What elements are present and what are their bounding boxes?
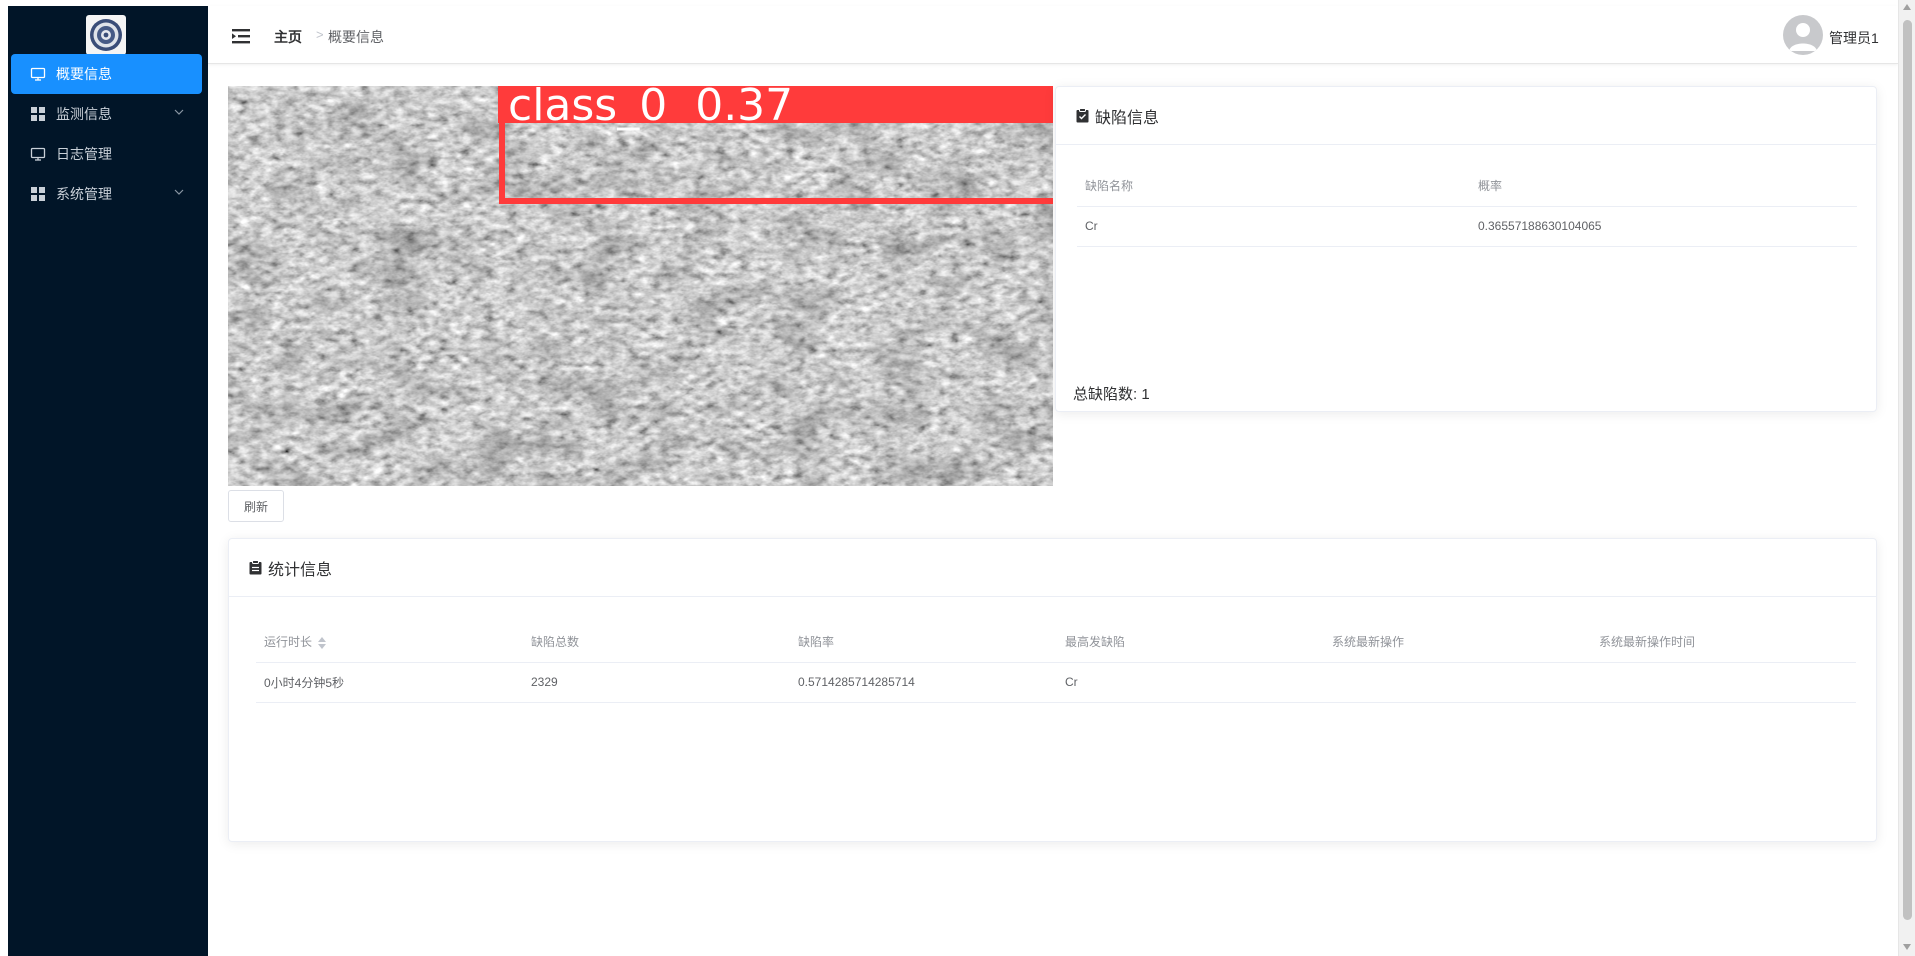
column-header: 概率 xyxy=(1470,165,1857,207)
card-title: 统计信息 xyxy=(268,561,333,579)
sidebar-item-label: 概要信息 xyxy=(56,66,112,82)
sidebar-item-logs[interactable]: 日志管理 xyxy=(11,134,202,174)
table-cell: 0.5714285714285714 xyxy=(790,662,1057,703)
table-cell: 2329 xyxy=(523,662,790,703)
top-header: 主页 > 概要信息 管理员1 xyxy=(208,6,1898,64)
table-cell: Cr xyxy=(1077,206,1470,247)
sidebar-item-label: 日志管理 xyxy=(56,146,112,162)
column-header: 缺陷名称 xyxy=(1077,165,1470,207)
stats-card-header: 统计信息 xyxy=(229,539,1876,597)
monitor-icon xyxy=(30,146,46,162)
column-header: 缺陷总数 xyxy=(523,621,790,663)
sidebar-item-system[interactable]: 系统管理 xyxy=(11,174,202,214)
table-row: Cr 0.36557188630104065 xyxy=(1077,206,1857,247)
clipboard-icon xyxy=(249,560,262,575)
detection-label: class_0 0.37 xyxy=(508,86,793,131)
table-header-row: 运行时长 缺陷总数 缺陷率 最高发缺陷 系统最新操作 系统最新操作时间 xyxy=(256,621,1856,663)
menu-fold-icon[interactable] xyxy=(230,25,252,47)
column-header-label: 运行时长 xyxy=(264,634,313,649)
university-logo xyxy=(86,15,126,55)
scroll-down-arrow-icon[interactable] xyxy=(1903,944,1911,950)
clipboard-icon xyxy=(1076,108,1089,123)
table-cell xyxy=(1591,662,1856,703)
monitor-icon xyxy=(30,66,46,82)
defect-table: 缺陷名称 概率 Cr 0.36557188630104065 xyxy=(1077,165,1857,247)
detection-box: class_0 0.37 xyxy=(498,86,1053,204)
scroll-up-arrow-icon[interactable] xyxy=(1903,4,1911,10)
table-cell: 0小时4分钟5秒 xyxy=(256,662,523,703)
defect-info-card: 缺陷信息 缺陷名称 概率 Cr 0.36557188630104065 总缺陷数… xyxy=(1055,86,1877,412)
column-header: 系统最新操作 xyxy=(1324,621,1591,663)
stats-table: 运行时长 缺陷总数 缺陷率 最高发缺陷 系统最新操作 系统最新操作时间 0小时4… xyxy=(256,621,1856,703)
column-header: 缺陷率 xyxy=(790,621,1057,663)
sidebar-item-monitoring[interactable]: 监测信息 xyxy=(11,94,202,134)
column-header: 最高发缺陷 xyxy=(1057,621,1324,663)
table-cell: 0.36557188630104065 xyxy=(1470,206,1857,247)
chevron-down-icon xyxy=(174,189,184,195)
card-title: 缺陷信息 xyxy=(1095,109,1160,127)
breadcrumb-home[interactable]: 主页 xyxy=(274,27,302,47)
breadcrumb-separator: > xyxy=(316,27,324,42)
defect-total: 总缺陷数: 1 xyxy=(1073,386,1150,403)
sort-icon[interactable] xyxy=(318,636,327,649)
breadcrumb-current: 概要信息 xyxy=(328,29,384,45)
user-icon xyxy=(1789,23,1817,51)
column-header-runtime[interactable]: 运行时长 xyxy=(256,621,523,663)
sidebar-item-label: 监测信息 xyxy=(56,106,112,122)
avatar[interactable] xyxy=(1783,15,1823,55)
user-name[interactable]: 管理员1 xyxy=(1829,28,1879,48)
sidebar: 概要信息 监测信息 日志管理 系统管理 xyxy=(8,6,208,956)
chevron-down-icon xyxy=(174,109,184,115)
sidebar-item-overview[interactable]: 概要信息 xyxy=(11,54,202,94)
refresh-button[interactable]: 刷新 xyxy=(228,490,284,522)
sidebar-item-label: 系统管理 xyxy=(56,186,112,202)
detection-image: class_0 0.37 xyxy=(228,86,1053,486)
column-header: 系统最新操作时间 xyxy=(1591,621,1856,663)
statistics-card: 统计信息 运行时长 缺陷总数 缺陷率 最高发缺陷 系统最新操作 系统最新操作时间… xyxy=(228,538,1877,842)
defect-card-header: 缺陷信息 xyxy=(1056,87,1876,145)
table-cell xyxy=(1324,662,1591,703)
table-row: 0小时4分钟5秒 2329 0.5714285714285714 Cr xyxy=(256,662,1856,703)
grid-icon xyxy=(30,186,46,202)
page-scrollbar[interactable] xyxy=(1898,0,1915,956)
table-header-row: 缺陷名称 概率 xyxy=(1077,165,1857,207)
grid-icon xyxy=(30,106,46,122)
scroll-thumb[interactable] xyxy=(1903,20,1912,920)
table-cell: Cr xyxy=(1057,662,1324,703)
